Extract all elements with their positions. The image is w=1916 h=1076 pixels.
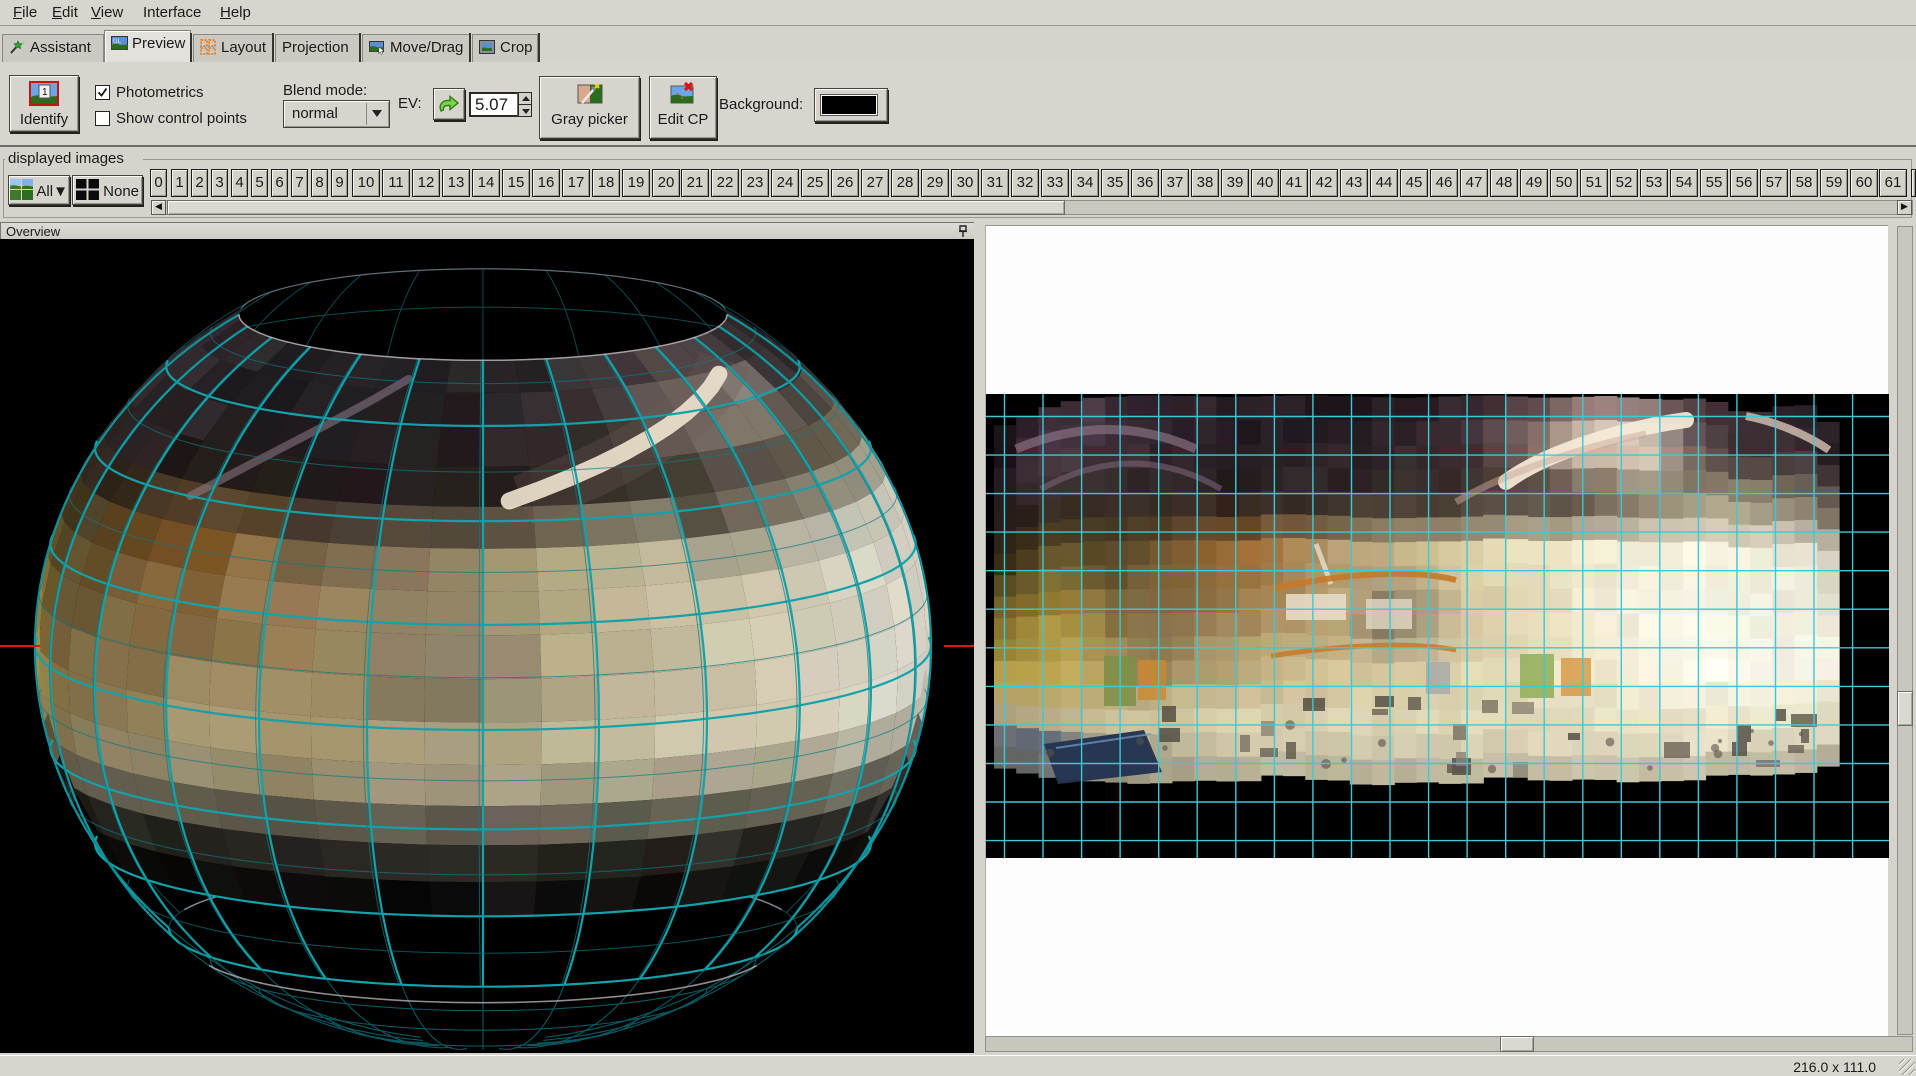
svg-text:1: 1 [42, 87, 48, 98]
svg-text:GL: GL [113, 39, 122, 45]
